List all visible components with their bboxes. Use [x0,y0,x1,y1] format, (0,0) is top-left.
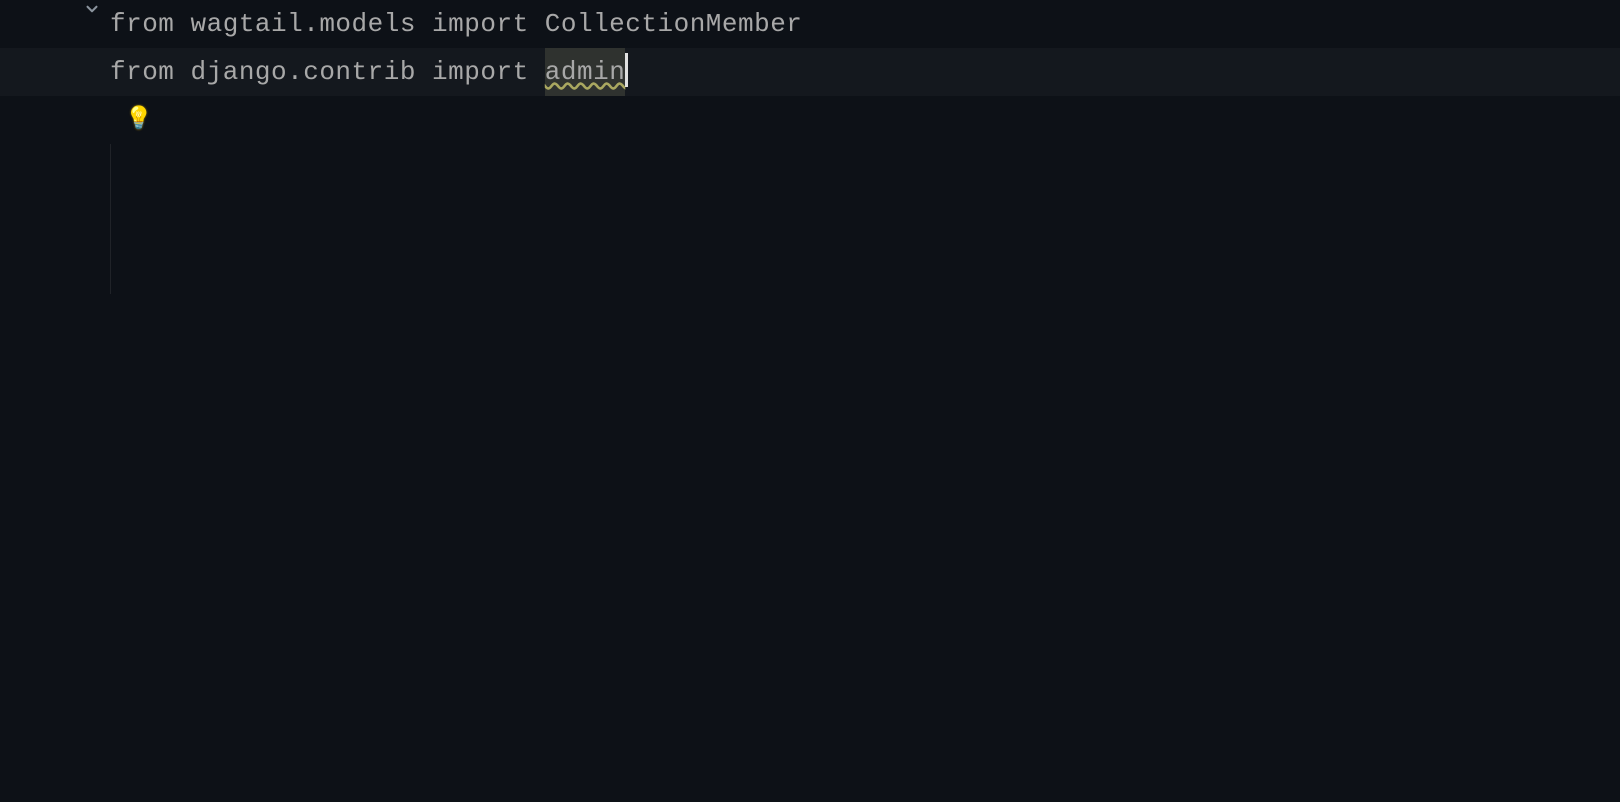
gutter-1 [0,0,110,18]
code-editor[interactable]: from wagtail.models import CollectionMem… [0,0,1620,802]
indent-guide [110,144,111,294]
code-text-2a: from django.contrib import [110,48,545,96]
code-text-1: from wagtail.models import CollectionMem… [110,0,802,48]
code-line-2[interactable]: from django.contrib import admin [0,48,1620,96]
code-text-highlighted: admin [545,48,626,96]
code-content-2[interactable]: from django.contrib import admin [110,48,628,96]
text-cursor [625,53,628,87]
quickfix-row: 💡 [0,96,1620,144]
lightbulb-icon[interactable]: 💡 [125,96,152,144]
code-line-1[interactable]: from wagtail.models import CollectionMem… [0,0,1620,48]
chevron-down-icon[interactable] [82,0,102,18]
code-content-1[interactable]: from wagtail.models import CollectionMem… [110,0,802,48]
